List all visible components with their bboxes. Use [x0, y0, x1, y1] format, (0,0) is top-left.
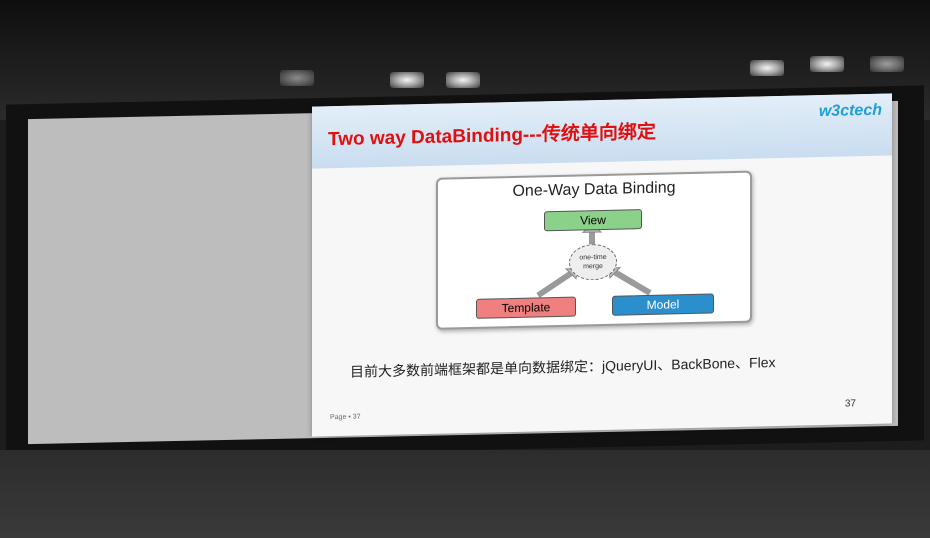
ceiling-light — [810, 56, 844, 72]
arrow-template-to-merge — [536, 270, 574, 298]
projected-slide: Two way DataBinding---传统单向绑定 w3ctech · ·… — [312, 93, 892, 437]
ceiling-light — [870, 56, 904, 72]
one-way-binding-diagram: One-Way Data Binding View one-time merge… — [436, 170, 752, 330]
ceiling-light — [750, 60, 784, 76]
merge-label-line1: one-time — [579, 253, 607, 262]
view-box: View — [544, 209, 642, 232]
ceiling-light — [390, 72, 424, 88]
arrow-model-to-merge — [612, 269, 652, 296]
ceiling-light — [280, 70, 314, 86]
footer-page-label: Page ▪ 37 — [330, 413, 361, 422]
template-box: Template — [476, 296, 576, 319]
merge-label-line2: merge — [583, 262, 603, 271]
w3ctech-logo: w3ctech — [818, 101, 882, 121]
slide-page-number: 37 — [844, 398, 856, 410]
stage-floor — [0, 450, 930, 538]
model-box: Model — [612, 293, 714, 316]
slide-caption: 目前大多数前端框架都是单向数据绑定：jQueryUI、BackBone、Flex — [350, 354, 776, 380]
ceiling-light — [446, 72, 480, 88]
